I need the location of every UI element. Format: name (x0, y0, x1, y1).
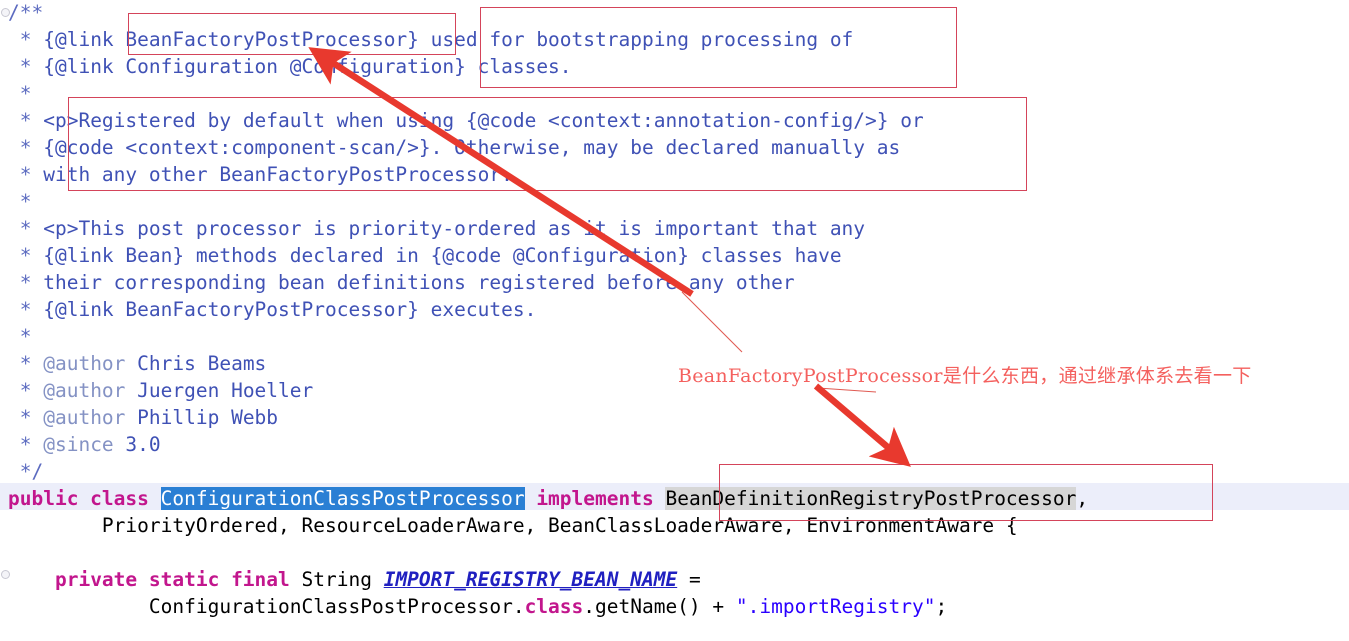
code-line[interactable]: private static final String IMPORT_REGIS… (8, 566, 701, 593)
code-token: * (8, 406, 44, 429)
code-token: <p>Registered by default when using {@co… (43, 109, 924, 132)
code-line[interactable]: * (8, 323, 32, 350)
code-token: ; (935, 595, 948, 618)
code-line[interactable]: * {@link BeanFactoryPostProcessor} execu… (8, 296, 537, 323)
fold-marker-field[interactable] (1, 570, 10, 579)
code-line[interactable]: * (8, 188, 32, 215)
code-token: Chris Beams (137, 352, 267, 375)
code-line[interactable]: * {@link Configuration @Configuration} c… (8, 53, 572, 80)
code-line[interactable]: * with any other BeanFactoryPostProcesso… (8, 161, 513, 188)
code-line[interactable]: * their corresponding bean definitions r… (8, 269, 795, 296)
code-token: .getName() + (583, 595, 736, 618)
code-token: {@link Bean} methods declared in {@code … (43, 244, 842, 267)
code-token: /** (8, 1, 44, 24)
code-token: * (8, 55, 44, 78)
selected-identifier: ConfigurationClassPostProcessor (160, 487, 525, 510)
highlighted-identifier: BeanDefinitionRegistryPostProcessor (665, 487, 1077, 510)
code-editor-view[interactable]: /** * {@link BeanFactoryPostProcessor} u… (0, 0, 1349, 641)
code-text-layer[interactable]: /** * {@link BeanFactoryPostProcessor} u… (0, 0, 1349, 641)
code-token: * (8, 271, 44, 294)
code-line[interactable]: * @author Chris Beams (8, 350, 267, 377)
code-token: with any other BeanFactoryPostProcessor. (43, 163, 513, 186)
code-line[interactable]: * (8, 80, 32, 107)
code-token: * (8, 244, 44, 267)
code-token: <p>This post processor is priority-order… (43, 217, 866, 240)
code-line[interactable]: ConfigurationClassPostProcessor.class.ge… (8, 593, 947, 620)
code-token: * (8, 298, 44, 321)
code-line[interactable]: */ (8, 458, 44, 485)
code-token: {@code <context:component-scan/>}. Other… (43, 136, 901, 159)
keyword-token: implements (524, 487, 666, 510)
code-token: * (8, 28, 44, 51)
code-line[interactable]: * @author Phillip Webb (8, 404, 278, 431)
code-token: * (8, 217, 44, 240)
keyword-token: public class (8, 487, 161, 510)
code-token: * (8, 379, 44, 402)
code-token: * (8, 163, 44, 186)
code-token: * (8, 82, 32, 105)
code-token: PriorityOrdered, ResourceLoaderAware, Be… (8, 514, 1018, 537)
code-token: * (8, 325, 32, 348)
code-line[interactable]: * @since 3.0 (8, 431, 161, 458)
code-line[interactable]: * {@code <context:component-scan/>}. Oth… (8, 134, 901, 161)
code-line[interactable]: public class ConfigurationClassPostProce… (8, 485, 1088, 512)
code-token: Juergen Hoeller (137, 379, 314, 402)
code-token: * (8, 433, 44, 456)
code-line[interactable]: PriorityOrdered, ResourceLoaderAware, Be… (8, 512, 1018, 539)
code-token: 3.0 (125, 433, 161, 456)
code-token: @since (43, 433, 126, 456)
fold-marker-class-javadoc[interactable] (1, 8, 10, 17)
code-token: Phillip Webb (137, 406, 279, 429)
code-token: * (8, 190, 32, 213)
code-line[interactable]: /** (8, 0, 43, 26)
code-token: = (677, 568, 701, 591)
code-token: @author (43, 379, 138, 402)
code-line[interactable]: * {@link BeanFactoryPostProcessor} used … (8, 26, 854, 53)
static-field-token: IMPORT_REGISTRY_BEAN_NAME (383, 568, 678, 591)
code-line[interactable]: * {@link Bean} methods declared in {@cod… (8, 242, 842, 269)
code-token: @author (43, 406, 138, 429)
keyword-token: class (524, 595, 584, 618)
handwritten-note: BeanFactoryPostProcessor是什么东西，通过继承体系去看一下 (678, 365, 1252, 387)
code-line[interactable]: * @author Juergen Hoeller (8, 377, 314, 404)
code-token: their corresponding bean definitions reg… (43, 271, 795, 294)
code-line[interactable]: * <p>Registered by default when using {@… (8, 107, 924, 134)
code-token: * (8, 136, 44, 159)
code-token: */ (8, 460, 44, 483)
code-token: {@link BeanFactoryPostProcessor} used fo… (43, 28, 854, 51)
string-literal: ".importRegistry" (735, 595, 936, 618)
keyword-token: private static final (54, 568, 302, 591)
code-token: {@link BeanFactoryPostProcessor} execute… (43, 298, 537, 321)
code-token: * (8, 109, 44, 132)
code-line[interactable]: * <p>This post processor is priority-ord… (8, 215, 865, 242)
code-token: ConfigurationClassPostProcessor. (8, 595, 525, 618)
code-token: {@link Configuration @Configuration} cla… (43, 55, 572, 78)
code-token: String (301, 568, 384, 591)
code-token: * (8, 352, 44, 375)
code-token: @author (43, 352, 138, 375)
code-token: , (1076, 487, 1089, 510)
